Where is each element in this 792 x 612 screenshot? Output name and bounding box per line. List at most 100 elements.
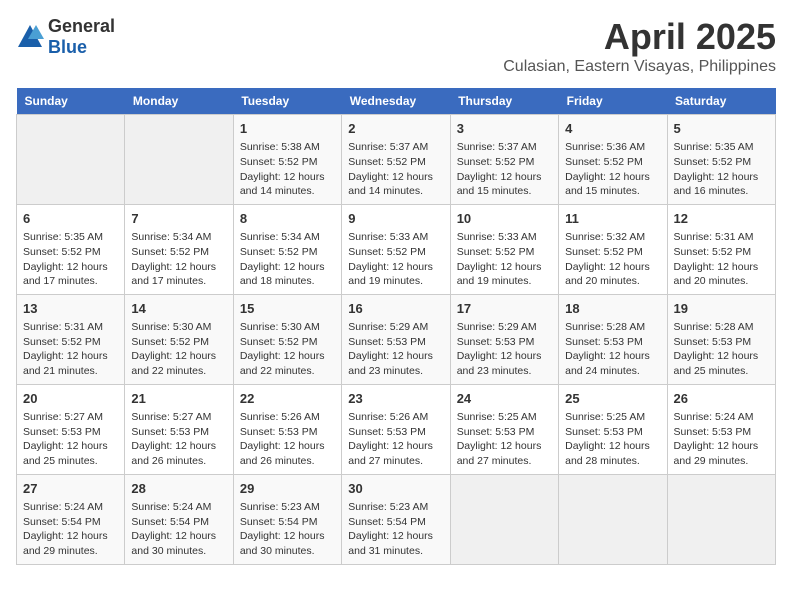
day-number: 5 <box>674 120 769 138</box>
header-row: SundayMondayTuesdayWednesdayThursdayFrid… <box>17 88 776 115</box>
calendar-cell <box>125 115 233 205</box>
calendar-cell: 29 Sunrise: 5:23 AM Sunset: 5:54 PM Dayli… <box>233 474 341 564</box>
day-info: Sunrise: 5:37 AM Sunset: 5:52 PM Dayligh… <box>457 140 552 199</box>
calendar-cell <box>667 474 775 564</box>
day-info: Sunrise: 5:23 AM Sunset: 5:54 PM Dayligh… <box>348 500 443 559</box>
week-row-4: 20 Sunrise: 5:27 AM Sunset: 5:53 PM Dayli… <box>17 384 776 474</box>
day-number: 3 <box>457 120 552 138</box>
calendar-cell: 20 Sunrise: 5:27 AM Sunset: 5:53 PM Dayli… <box>17 384 125 474</box>
day-number: 21 <box>131 390 226 408</box>
day-info: Sunrise: 5:24 AM Sunset: 5:54 PM Dayligh… <box>23 500 118 559</box>
day-number: 10 <box>457 210 552 228</box>
logo-text-blue: Blue <box>48 37 87 57</box>
day-info: Sunrise: 5:35 AM Sunset: 5:52 PM Dayligh… <box>674 140 769 199</box>
day-info: Sunrise: 5:37 AM Sunset: 5:52 PM Dayligh… <box>348 140 443 199</box>
day-number: 29 <box>240 480 335 498</box>
week-row-1: 1 Sunrise: 5:38 AM Sunset: 5:52 PM Daylig… <box>17 115 776 205</box>
calendar-cell: 22Sunrise: 5:26 AM Sunset: 5:53 PM Dayli… <box>233 384 341 474</box>
calendar-cell: 28 Sunrise: 5:24 AM Sunset: 5:54 PM Dayli… <box>125 474 233 564</box>
calendar-cell: 10Sunrise: 5:33 AM Sunset: 5:52 PM Dayli… <box>450 204 558 294</box>
day-number: 6 <box>23 210 118 228</box>
calendar-cell: 21 Sunrise: 5:27 AM Sunset: 5:53 PM Dayli… <box>125 384 233 474</box>
calendar-cell: 2 Sunrise: 5:37 AM Sunset: 5:52 PM Daylig… <box>342 115 450 205</box>
day-header-sunday: Sunday <box>17 88 125 115</box>
day-info: Sunrise: 5:28 AM Sunset: 5:53 PM Dayligh… <box>565 320 660 379</box>
day-info: Sunrise: 5:38 AM Sunset: 5:52 PM Dayligh… <box>240 140 335 199</box>
week-row-3: 13Sunrise: 5:31 AM Sunset: 5:52 PM Dayli… <box>17 294 776 384</box>
day-header-monday: Monday <box>125 88 233 115</box>
day-info: Sunrise: 5:26 AM Sunset: 5:53 PM Dayligh… <box>240 410 335 469</box>
day-number: 20 <box>23 390 118 408</box>
day-info: Sunrise: 5:25 AM Sunset: 5:53 PM Dayligh… <box>457 410 552 469</box>
calendar-cell: 6 Sunrise: 5:35 AM Sunset: 5:52 PM Daylig… <box>17 204 125 294</box>
day-number: 28 <box>131 480 226 498</box>
calendar-cell: 30 Sunrise: 5:23 AM Sunset: 5:54 PM Dayli… <box>342 474 450 564</box>
calendar-cell <box>17 115 125 205</box>
day-info: Sunrise: 5:31 AM Sunset: 5:52 PM Dayligh… <box>674 230 769 289</box>
title-area: April 2025 Culasian, Eastern Visayas, Ph… <box>503 16 776 76</box>
day-header-tuesday: Tuesday <box>233 88 341 115</box>
day-info: Sunrise: 5:30 AM Sunset: 5:52 PM Dayligh… <box>131 320 226 379</box>
calendar-cell: 18 Sunrise: 5:28 AM Sunset: 5:53 PM Dayli… <box>559 294 667 384</box>
day-number: 16 <box>348 300 443 318</box>
calendar-cell: 9Sunrise: 5:33 AM Sunset: 5:52 PM Daylig… <box>342 204 450 294</box>
day-number: 19 <box>674 300 769 318</box>
week-row-5: 27 Sunrise: 5:24 AM Sunset: 5:54 PM Dayli… <box>17 474 776 564</box>
day-number: 26 <box>674 390 769 408</box>
calendar-cell: 3 Sunrise: 5:37 AM Sunset: 5:52 PM Daylig… <box>450 115 558 205</box>
day-info: Sunrise: 5:34 AM Sunset: 5:52 PM Dayligh… <box>131 230 226 289</box>
calendar-cell: 25 Sunrise: 5:25 AM Sunset: 5:53 PM Dayli… <box>559 384 667 474</box>
calendar-cell: 23Sunrise: 5:26 AM Sunset: 5:53 PM Dayli… <box>342 384 450 474</box>
day-header-friday: Friday <box>559 88 667 115</box>
day-info: Sunrise: 5:33 AM Sunset: 5:52 PM Dayligh… <box>348 230 443 289</box>
calendar-cell: 24 Sunrise: 5:25 AM Sunset: 5:53 PM Dayli… <box>450 384 558 474</box>
calendar-cell <box>450 474 558 564</box>
day-info: Sunrise: 5:32 AM Sunset: 5:52 PM Dayligh… <box>565 230 660 289</box>
day-number: 18 <box>565 300 660 318</box>
calendar-cell: 1 Sunrise: 5:38 AM Sunset: 5:52 PM Daylig… <box>233 115 341 205</box>
day-info: Sunrise: 5:29 AM Sunset: 5:53 PM Dayligh… <box>348 320 443 379</box>
day-info: Sunrise: 5:27 AM Sunset: 5:53 PM Dayligh… <box>23 410 118 469</box>
main-title: April 2025 <box>503 16 776 58</box>
day-header-wednesday: Wednesday <box>342 88 450 115</box>
calendar-cell: 17 Sunrise: 5:29 AM Sunset: 5:53 PM Dayli… <box>450 294 558 384</box>
day-info: Sunrise: 5:23 AM Sunset: 5:54 PM Dayligh… <box>240 500 335 559</box>
day-number: 24 <box>457 390 552 408</box>
subtitle: Culasian, Eastern Visayas, Philippines <box>503 58 776 76</box>
calendar-table: SundayMondayTuesdayWednesdayThursdayFrid… <box>16 88 776 565</box>
day-number: 12 <box>674 210 769 228</box>
logo-icon <box>16 23 44 51</box>
calendar-cell: 8Sunrise: 5:34 AM Sunset: 5:52 PM Daylig… <box>233 204 341 294</box>
day-info: Sunrise: 5:24 AM Sunset: 5:54 PM Dayligh… <box>131 500 226 559</box>
day-info: Sunrise: 5:28 AM Sunset: 5:53 PM Dayligh… <box>674 320 769 379</box>
day-number: 13 <box>23 300 118 318</box>
calendar-cell: 13Sunrise: 5:31 AM Sunset: 5:52 PM Dayli… <box>17 294 125 384</box>
day-number: 4 <box>565 120 660 138</box>
day-number: 30 <box>348 480 443 498</box>
calendar-cell: 11Sunrise: 5:32 AM Sunset: 5:52 PM Dayli… <box>559 204 667 294</box>
day-info: Sunrise: 5:24 AM Sunset: 5:53 PM Dayligh… <box>674 410 769 469</box>
calendar-cell: 16 Sunrise: 5:29 AM Sunset: 5:53 PM Dayli… <box>342 294 450 384</box>
day-info: Sunrise: 5:27 AM Sunset: 5:53 PM Dayligh… <box>131 410 226 469</box>
calendar-cell: 27 Sunrise: 5:24 AM Sunset: 5:54 PM Dayli… <box>17 474 125 564</box>
day-info: Sunrise: 5:26 AM Sunset: 5:53 PM Dayligh… <box>348 410 443 469</box>
header: General Blue April 2025 Culasian, Easter… <box>16 16 776 76</box>
day-number: 14 <box>131 300 226 318</box>
day-info: Sunrise: 5:34 AM Sunset: 5:52 PM Dayligh… <box>240 230 335 289</box>
day-info: Sunrise: 5:35 AM Sunset: 5:52 PM Dayligh… <box>23 230 118 289</box>
day-number: 1 <box>240 120 335 138</box>
day-header-saturday: Saturday <box>667 88 775 115</box>
day-number: 25 <box>565 390 660 408</box>
calendar-cell: 5 Sunrise: 5:35 AM Sunset: 5:52 PM Daylig… <box>667 115 775 205</box>
day-header-thursday: Thursday <box>450 88 558 115</box>
day-number: 17 <box>457 300 552 318</box>
calendar-cell: 12 Sunrise: 5:31 AM Sunset: 5:52 PM Dayli… <box>667 204 775 294</box>
day-info: Sunrise: 5:29 AM Sunset: 5:53 PM Dayligh… <box>457 320 552 379</box>
calendar-cell: 19 Sunrise: 5:28 AM Sunset: 5:53 PM Dayli… <box>667 294 775 384</box>
day-number: 27 <box>23 480 118 498</box>
calendar-cell: 14 Sunrise: 5:30 AM Sunset: 5:52 PM Dayli… <box>125 294 233 384</box>
day-number: 2 <box>348 120 443 138</box>
logo: General Blue <box>16 16 115 58</box>
day-info: Sunrise: 5:25 AM Sunset: 5:53 PM Dayligh… <box>565 410 660 469</box>
calendar-cell: 7Sunrise: 5:34 AM Sunset: 5:52 PM Daylig… <box>125 204 233 294</box>
